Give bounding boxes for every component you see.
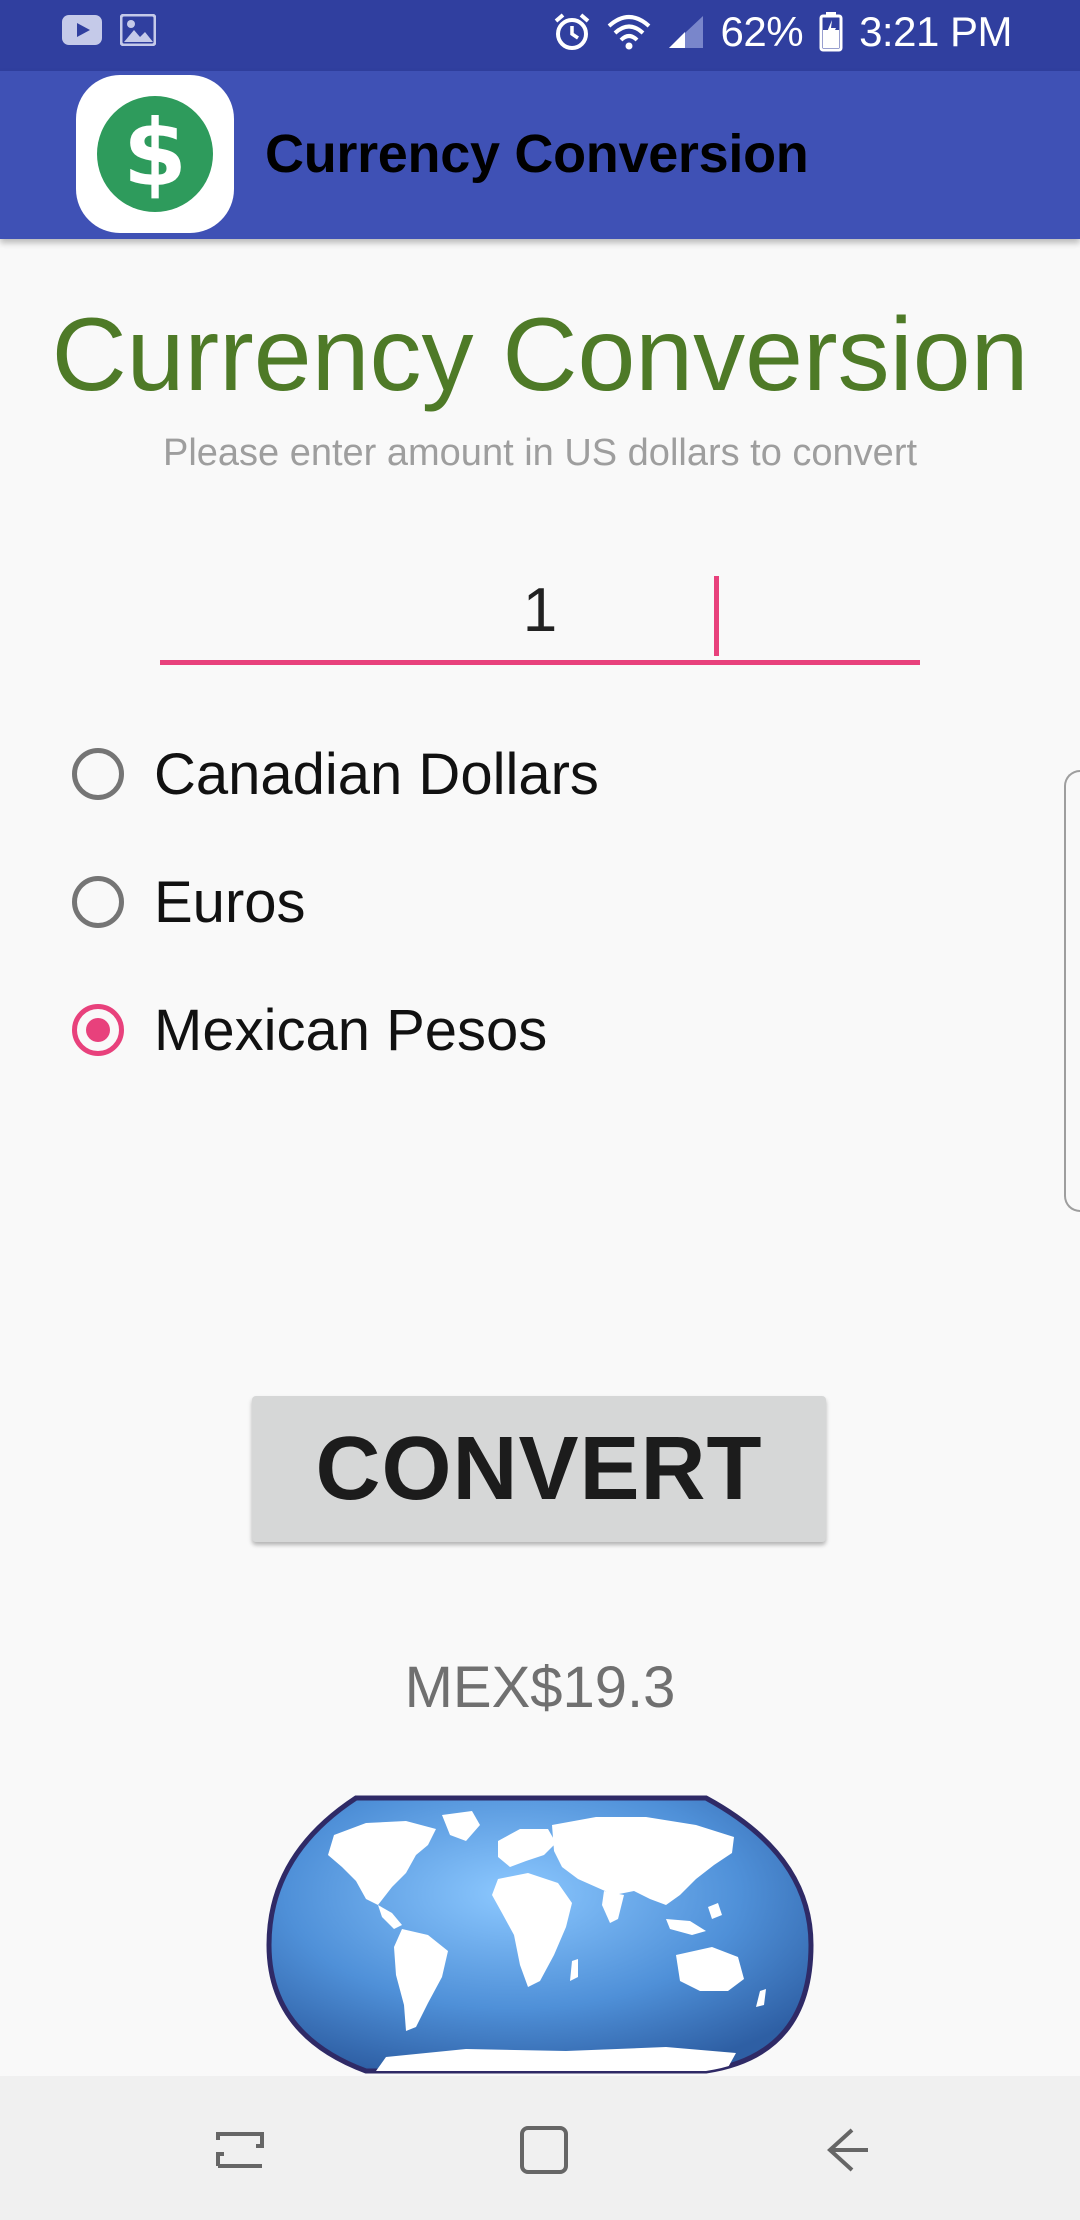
text-cursor: [714, 576, 719, 656]
screen: 62% 3:21 PM $ Currency Conversion Curren…: [0, 0, 1080, 2220]
app-bar: $ Currency Conversion: [0, 71, 1080, 239]
signal-icon: [667, 14, 705, 50]
amount-input[interactable]: [160, 560, 920, 665]
app-logo: $: [76, 75, 234, 233]
logo-glyph: $: [122, 100, 187, 207]
radio-canadian-dollars[interactable]: Canadian Dollars: [72, 734, 599, 814]
navigation-bar: [0, 2076, 1080, 2220]
recent-apps-icon[interactable]: [204, 2114, 276, 2186]
alarm-icon: [553, 12, 591, 52]
page-subtitle: Please enter amount in US dollars to con…: [162, 432, 918, 474]
clock: 3:21 PM: [859, 8, 1012, 55]
conversion-result: MEX$19.3: [404, 1655, 676, 1720]
wifi-icon: [607, 14, 651, 50]
radio-euros[interactable]: Euros: [72, 862, 306, 942]
page-title: Currency Conversion: [51, 297, 1029, 413]
amount-field-wrapper: [160, 560, 920, 668]
radio-button-checked[interactable]: [72, 1004, 124, 1056]
world-map-image: [266, 1795, 814, 2075]
radio-button-unchecked[interactable]: [72, 876, 124, 928]
battery-icon: [819, 12, 843, 52]
back-icon[interactable]: [808, 2114, 880, 2186]
image-icon: [120, 14, 156, 46]
status-bar: 62% 3:21 PM: [0, 0, 1080, 71]
radio-mexican-pesos[interactable]: Mexican Pesos: [72, 990, 547, 1070]
radio-label: Canadian Dollars: [154, 741, 599, 807]
radio-label: Mexican Pesos: [154, 997, 548, 1063]
radio-button-unchecked[interactable]: [72, 748, 124, 800]
app-bar-title: Currency Conversion: [265, 124, 809, 184]
edge-panel-handle[interactable]: [1064, 770, 1080, 1212]
youtube-icon: [62, 15, 102, 45]
battery-percent: 62%: [720, 8, 804, 55]
convert-button[interactable]: CONVERT: [252, 1396, 826, 1542]
radio-label: Euros: [154, 869, 306, 935]
dollar-icon: $: [97, 96, 213, 212]
home-icon[interactable]: [508, 2114, 580, 2186]
